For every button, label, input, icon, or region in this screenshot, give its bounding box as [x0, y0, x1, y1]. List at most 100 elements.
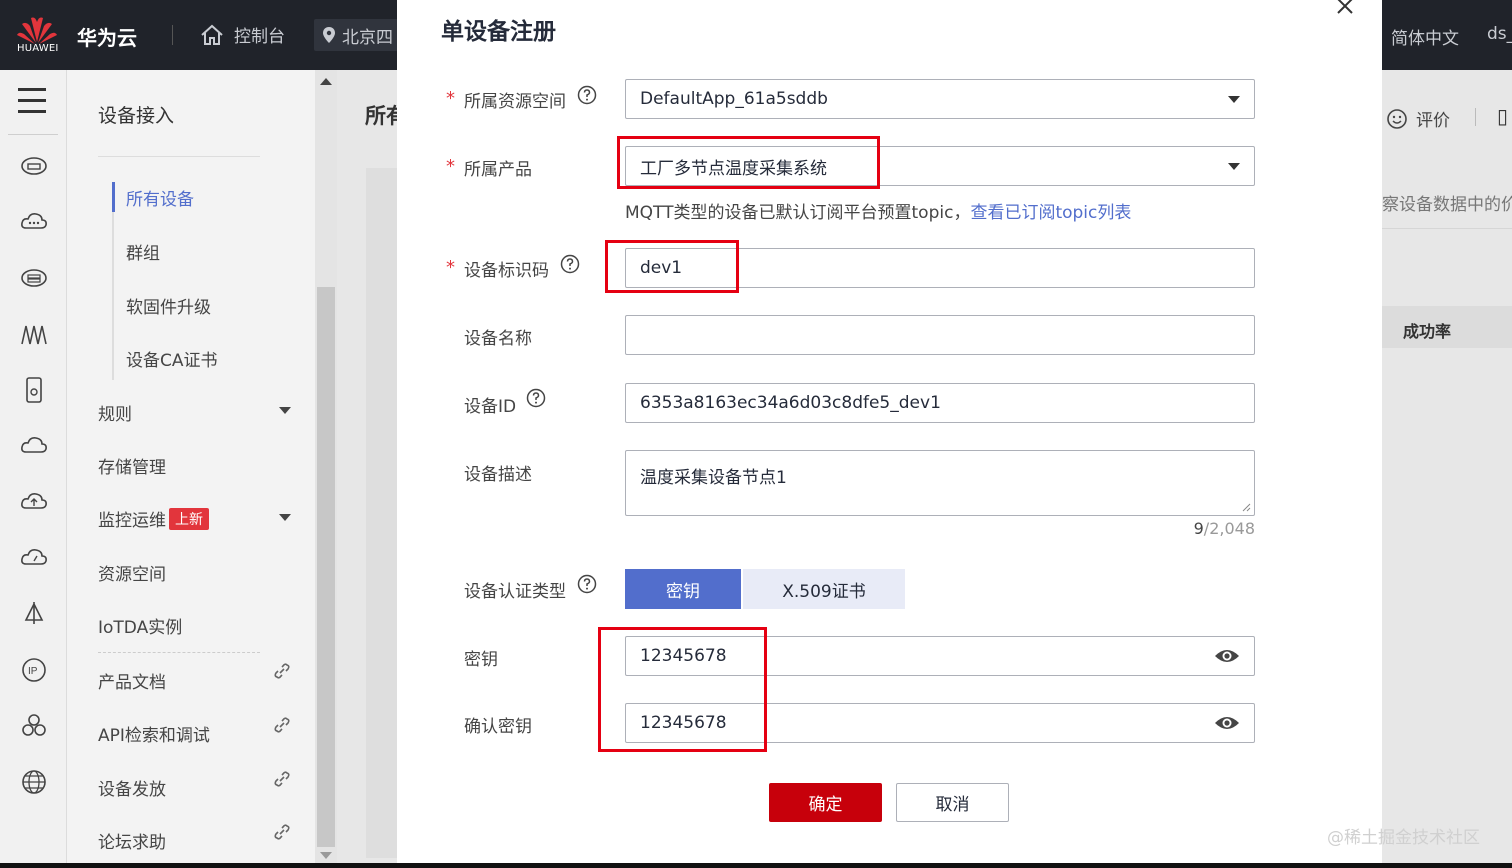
cloud-storage-icon[interactable] — [20, 264, 48, 292]
menu-icon[interactable] — [18, 88, 46, 121]
service-icon-rail: IP — [0, 70, 67, 868]
nav-product-docs[interactable]: 产品文档 — [98, 668, 166, 693]
sub-navigation: 设备接入 所有设备 群组 软固件升级 设备CA证书 规则 存储管理 监控运维 上新… — [67, 70, 315, 868]
nav-iotda-instance[interactable]: IoTDA实例 — [98, 613, 182, 638]
chevron-down-icon[interactable] — [279, 514, 291, 521]
secret-value: 12345678 — [640, 646, 727, 666]
external-link-icon[interactable] — [273, 823, 291, 841]
node-id-input[interactable]: dev1 — [625, 248, 1255, 288]
device-name-input[interactable] — [625, 315, 1255, 355]
topic-hint-text: MQTT类型的设备已默认订阅平台预置topic， — [625, 203, 971, 223]
active-indicator — [112, 182, 115, 212]
dialog-title: 单设备注册 — [441, 19, 556, 45]
confirm-secret-input[interactable]: 12345678 — [625, 703, 1255, 743]
language-switch[interactable]: 简体中文 — [1391, 24, 1459, 49]
help-icon[interactable] — [577, 574, 597, 594]
nav-device-provisioning[interactable]: 设备发放 — [98, 775, 166, 800]
user-menu[interactable]: ds_ — [1487, 24, 1512, 44]
help-icon[interactable] — [577, 85, 597, 105]
scroll-up-icon[interactable] — [320, 78, 332, 85]
divider — [8, 134, 58, 135]
subnav-title: 设备接入 — [98, 105, 175, 127]
divider — [1475, 108, 1476, 126]
evaluate-label: 评价 — [1416, 111, 1450, 131]
external-link-icon[interactable] — [273, 770, 291, 788]
doc-icon[interactable]: ▯ — [1497, 104, 1508, 128]
nav-monitoring-label: 监控运维 — [98, 511, 166, 531]
cloud-gauge-icon[interactable] — [20, 544, 48, 572]
watermark: @稀土掘金技术社区 — [1327, 828, 1480, 848]
node-id-value: dev1 — [640, 258, 683, 278]
ip-icon[interactable]: IP — [20, 656, 48, 684]
smiley-icon — [1387, 108, 1407, 129]
node-id-label: 设备标识码 — [464, 261, 549, 281]
device-id-value: 6353a8163ec34a6d03c8dfe5_dev1 — [640, 393, 941, 413]
nav-forum[interactable]: 论坛求助 — [98, 828, 166, 853]
cancel-button[interactable]: 取消 — [896, 783, 1009, 822]
divider — [1382, 228, 1512, 229]
cloud-upload-icon[interactable] — [20, 488, 48, 516]
external-link-icon[interactable] — [273, 662, 291, 680]
confirm-secret-value: 12345678 — [640, 713, 727, 733]
chevron-down-icon — [1228, 96, 1240, 103]
region-label: 北京四 — [342, 27, 393, 48]
nav-rules[interactable]: 规则 — [98, 400, 132, 425]
content-card — [366, 168, 398, 858]
waveform-icon[interactable] — [20, 320, 48, 348]
external-link-icon[interactable] — [273, 716, 291, 734]
resize-handle-icon[interactable] — [1241, 502, 1251, 512]
confirm-secret-label: 确认密钥 — [464, 717, 532, 737]
brand-name[interactable]: 华为云 — [77, 22, 137, 51]
char-counter-used: 9 — [1193, 519, 1204, 538]
scroll-thumb[interactable] — [317, 287, 335, 847]
nav-api-explorer[interactable]: API检索和调试 — [98, 721, 210, 746]
secret-label: 密钥 — [464, 650, 498, 670]
help-icon[interactable] — [560, 254, 580, 274]
cluster-icon[interactable] — [20, 712, 48, 740]
auth-x509-option[interactable]: X.509证书 — [743, 569, 905, 609]
cloud-server-icon[interactable] — [20, 152, 48, 180]
topic-hint: MQTT类型的设备已默认订阅平台预置topic，查看已订阅topic列表 — [625, 198, 1131, 223]
product-select[interactable]: 工厂多节点温度采集系统 — [625, 146, 1255, 186]
device-name-label: 设备名称 — [464, 329, 532, 349]
auth-secret-option[interactable]: 密钥 — [625, 569, 741, 609]
cloud-icon[interactable] — [20, 432, 48, 460]
eye-icon[interactable] — [1214, 646, 1240, 666]
nav-resource-space[interactable]: 资源空间 — [98, 560, 166, 585]
sailboat-icon[interactable] — [20, 600, 48, 628]
console-label: 控制台 — [234, 27, 285, 47]
chevron-down-icon[interactable] — [279, 407, 291, 414]
evaluate-button[interactable]: 评价 — [1386, 106, 1450, 131]
description-textarea[interactable]: 温度采集设备节点1 — [625, 450, 1255, 516]
required-mark: * — [446, 156, 455, 177]
device-icon[interactable] — [20, 376, 48, 404]
scroll-down-icon[interactable] — [320, 852, 332, 859]
nav-monitoring[interactable]: 监控运维 上新 — [98, 506, 209, 531]
globe-icon[interactable] — [20, 768, 48, 796]
nav-device-ca-cert[interactable]: 设备CA证书 — [126, 346, 218, 371]
help-icon[interactable] — [526, 388, 546, 408]
product-value: 工厂多节点温度采集系统 — [640, 158, 827, 179]
console-link[interactable]: 控制台 — [200, 22, 285, 47]
secret-input[interactable]: 12345678 — [625, 636, 1255, 676]
nav-all-devices[interactable]: 所有设备 — [126, 185, 194, 210]
nav-firmware-upgrade[interactable]: 软固件升级 — [126, 293, 211, 318]
resource-space-select[interactable]: DefaultApp_61a5sddb — [625, 79, 1255, 119]
cloud-dots-icon[interactable] — [20, 208, 48, 236]
char-counter: 9/2,048 — [1157, 519, 1255, 538]
confirm-button[interactable]: 确定 — [769, 783, 882, 822]
home-icon — [201, 24, 223, 45]
eye-icon[interactable] — [1214, 713, 1240, 733]
subscribed-topics-link[interactable]: 查看已订阅topic列表 — [970, 203, 1131, 223]
nav-groups[interactable]: 群组 — [126, 239, 160, 264]
close-icon[interactable] — [1335, 0, 1355, 16]
device-id-input[interactable]: 6353a8163ec34a6d03c8dfe5_dev1 — [625, 383, 1255, 423]
nav-storage[interactable]: 存储管理 — [98, 453, 166, 478]
region-selector[interactable]: 北京四 — [314, 19, 398, 51]
column-header-success-rate: 成功率 — [1403, 322, 1452, 341]
required-mark: * — [446, 257, 455, 278]
window-bottom-edge — [0, 863, 1512, 868]
svg-text:IP: IP — [28, 666, 38, 677]
product-label: 所属产品 — [464, 160, 532, 180]
subnav-scrollbar[interactable] — [315, 70, 337, 868]
